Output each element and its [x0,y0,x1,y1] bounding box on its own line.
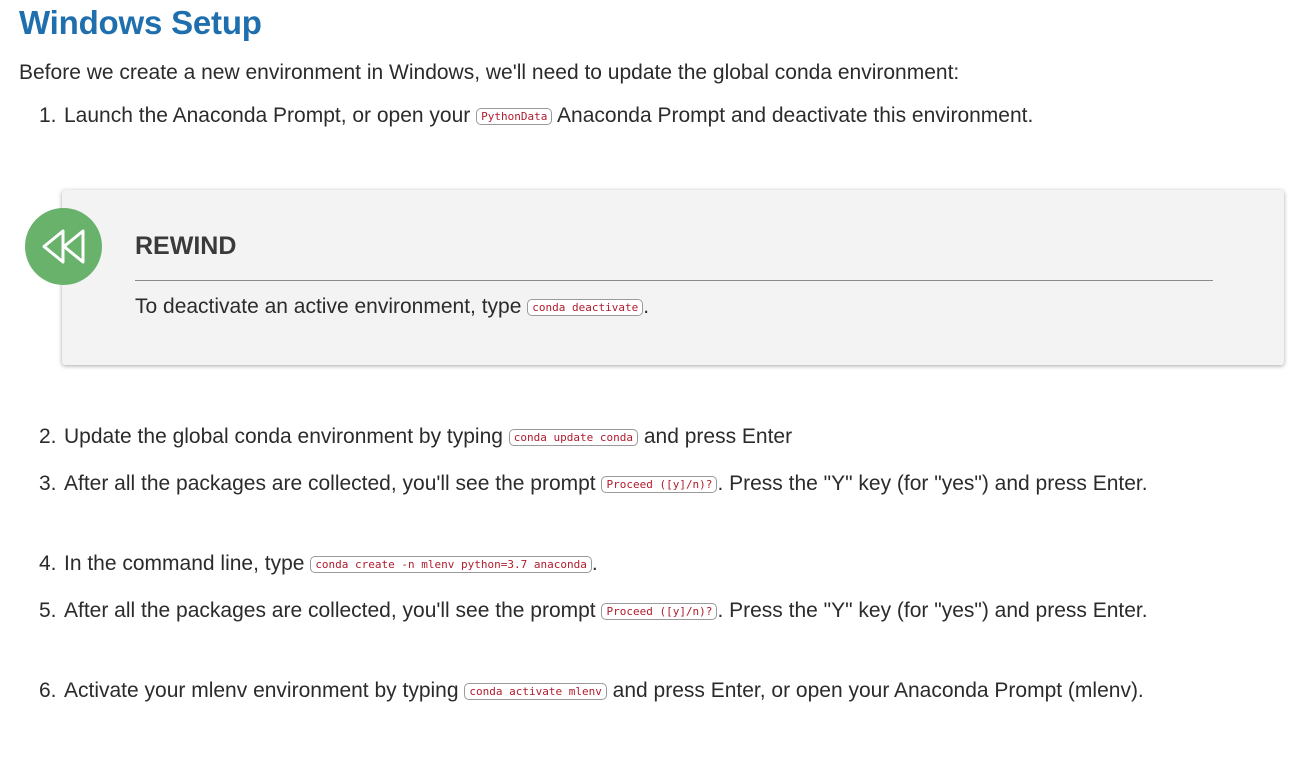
step-3: 3. After all the packages are collected,… [39,466,1149,503]
callout-text: To deactivate an active environment, typ… [135,295,528,318]
inline-code: conda create -n mlenv python=3.7 anacond… [310,556,592,573]
step-5: 5. After all the packages are collected,… [39,593,1149,630]
step-text: Anaconda Prompt and deactivate this envi… [552,104,1034,127]
step-text: and press Enter [638,425,793,448]
step-text: . Press the "Y" key (for "yes") and pres… [717,472,1148,495]
step-1: 1. Launch the Anaconda Prompt, or open y… [39,98,1149,135]
intro-paragraph: Before we create a new environment in Wi… [19,61,960,84]
step-text: Launch the Anaconda Prompt, or open your [64,104,477,127]
callout-title: REWIND [135,232,237,260]
step-4: 4. In the command line, type conda creat… [39,546,1149,583]
inline-code: PythonData [476,108,553,125]
step-number: 6. [39,679,57,702]
step-number: 5. [39,599,57,622]
step-6: 6. Activate your mlenv environment by ty… [39,673,1149,710]
step-number: 1. [39,104,57,127]
step-2: 2. Update the global conda environment b… [39,419,1149,456]
inline-code: conda update conda [508,429,639,446]
inline-code: Proceed ([y]/n)? [601,603,718,620]
step-text: and press Enter, or open your Anaconda P… [606,679,1144,702]
inline-code: conda activate mlenv [464,683,607,700]
step-text: After all the packages are collected, yo… [64,472,602,495]
step-text: Update the global conda environment by t… [64,425,509,448]
step-text: . Press the "Y" key (for "yes") and pres… [717,599,1148,622]
inline-code: Proceed ([y]/n)? [601,476,718,493]
inline-code: conda deactivate [527,299,644,316]
step-number: 2. [39,425,57,448]
step-text: In the command line, type [64,552,311,575]
step-number: 3. [39,472,57,495]
step-text: After all the packages are collected, yo… [64,599,602,622]
step-text: Activate your mlenv environment by typin… [64,679,465,702]
rewind-callout [62,190,1284,365]
step-number: 4. [39,552,57,575]
callout-body: To deactivate an active environment, typ… [135,295,649,319]
callout-text: . [643,295,650,318]
step-text: . [591,552,598,575]
callout-divider [135,280,1213,281]
rewind-icon [25,208,102,285]
page-title: Windows Setup [19,4,262,41]
